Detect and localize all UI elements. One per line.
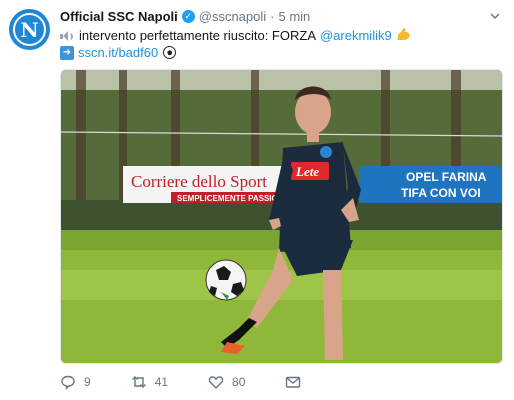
napoli-logo-icon: N (13, 13, 46, 46)
user-handle[interactable]: @sscnapoli (199, 9, 266, 24)
soccer-ball-icon (163, 46, 177, 59)
retweet-count: 41 (154, 375, 169, 389)
tweet-card: N Official SSC Napoli ✓ @sscnapoli · 5 m… (0, 0, 514, 400)
banner-corriere-text: Corriere dello Sport (131, 172, 267, 191)
reply-icon (61, 375, 75, 390)
tweet-header: Official SSC Napoli ✓ @sscnapoli · 5 min (60, 9, 310, 24)
avatar[interactable]: N (9, 9, 50, 50)
reply-button[interactable]: 9 (60, 374, 91, 390)
verified-badge-icon: ✓ (181, 10, 195, 23)
photo-scene: Corriere dello Sport SEMPLICEMENTE PASSI… (61, 70, 502, 363)
retweet-button[interactable]: 41 (131, 374, 168, 390)
tweet-text: intervento perfettamente riuscito: FORZA (79, 28, 316, 43)
mention-link[interactable]: @arekmilik9 (320, 28, 392, 43)
like-button[interactable]: 80 (208, 374, 245, 390)
reply-count: 9 (84, 375, 91, 389)
banner-opel-line2: TIFA CON VOI (401, 186, 481, 200)
tweet-photo[interactable]: Corriere dello Sport SEMPLICEMENTE PASSI… (60, 69, 503, 364)
soccer-ball-image (205, 259, 247, 301)
display-name[interactable]: Official SSC Napoli (60, 9, 178, 24)
heart-icon (208, 376, 224, 389)
tweet-text-line-1: intervento perfettamente riuscito: FORZA… (60, 27, 411, 44)
banner-corriere-sub: SEMPLICEMENTE PASSIONE (177, 194, 290, 203)
tweet-timestamp[interactable]: 5 min (279, 9, 311, 24)
avatar-letter: N (20, 17, 39, 42)
flexed-biceps-icon (396, 27, 411, 44)
envelope-icon (286, 376, 301, 388)
right-arrow-icon: ➜ (60, 45, 74, 60)
tweet-actions: 9 41 80 (60, 374, 349, 390)
speaker-icon (60, 30, 74, 42)
chevron-down-icon[interactable] (490, 11, 500, 21)
like-count: 80 (232, 375, 246, 389)
tweet-url-link[interactable]: sscn.it/badf60 (78, 45, 158, 60)
header-separator: · (270, 9, 275, 24)
tweet-text-line-2: ➜ sscn.it/badf60 (60, 45, 177, 60)
banner-opel-line1: OPEL FARINA (406, 170, 487, 184)
direct-message-button[interactable] (285, 374, 309, 390)
retweet-icon (131, 376, 146, 388)
shirt-sponsor-text: Lete (295, 164, 319, 179)
